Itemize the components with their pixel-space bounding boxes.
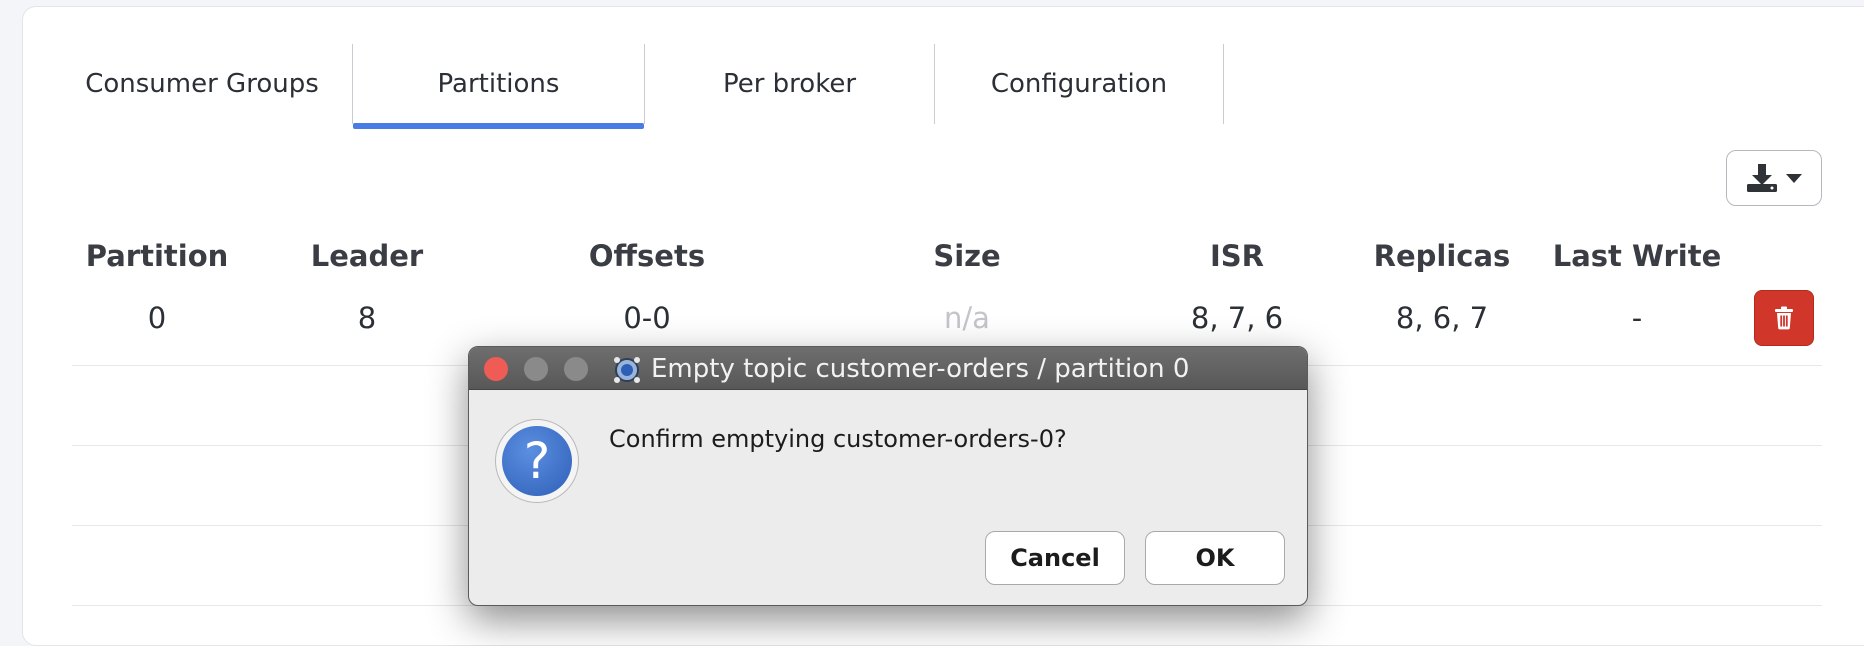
cell-isr: 8, 7, 6 <box>1190 301 1284 335</box>
column-header-last-write: Last Write <box>1552 239 1722 273</box>
window-maximize-button[interactable] <box>564 357 588 381</box>
cell-size: n/a <box>944 301 990 335</box>
empty-partition-button[interactable] <box>1754 290 1814 346</box>
window-minimize-button[interactable] <box>524 357 548 381</box>
app-icon <box>614 357 640 383</box>
tab-configuration[interactable]: Configuration <box>934 44 1224 124</box>
cancel-button[interactable]: Cancel <box>985 531 1125 585</box>
download-icon <box>1747 164 1777 192</box>
confirm-empty-dialog: Empty topic customer-orders / partition … <box>468 346 1308 606</box>
export-dropdown-button[interactable] <box>1726 150 1822 206</box>
cell-replicas: 8, 6, 7 <box>1395 301 1489 335</box>
tab-bar: Consumer Groups Partitions Per broker Co… <box>52 44 1224 132</box>
dialog-titlebar[interactable]: Empty topic customer-orders / partition … <box>469 347 1307 390</box>
ok-button[interactable]: OK <box>1145 531 1285 585</box>
cell-leader: 8 <box>357 301 377 335</box>
window-close-button[interactable] <box>484 357 508 381</box>
trash-icon <box>1775 306 1793 330</box>
column-header-leader: Leader <box>310 239 424 273</box>
cell-last-write: - <box>1631 301 1643 335</box>
column-header-isr: ISR <box>1209 239 1264 273</box>
question-icon: ? <box>495 419 579 503</box>
cell-partition: 0 <box>147 301 167 335</box>
column-header-replicas: Replicas <box>1373 239 1511 273</box>
tab-per-broker[interactable]: Per broker <box>644 44 934 124</box>
column-header-offsets: Offsets <box>588 239 706 273</box>
tab-consumer-groups[interactable]: Consumer Groups <box>52 44 352 124</box>
column-header-partition: Partition <box>85 239 229 273</box>
dialog-message: Confirm emptying customer-orders-0? <box>609 425 1067 453</box>
chevron-down-icon <box>1786 174 1802 183</box>
table-header: Partition Leader Offsets Size ISR Replic… <box>72 226 1822 286</box>
column-header-size: Size <box>933 239 1001 273</box>
dialog-title: Empty topic customer-orders / partition … <box>651 353 1190 384</box>
cell-offsets: 0-0 <box>623 301 671 335</box>
tab-partitions[interactable]: Partitions <box>352 44 644 129</box>
